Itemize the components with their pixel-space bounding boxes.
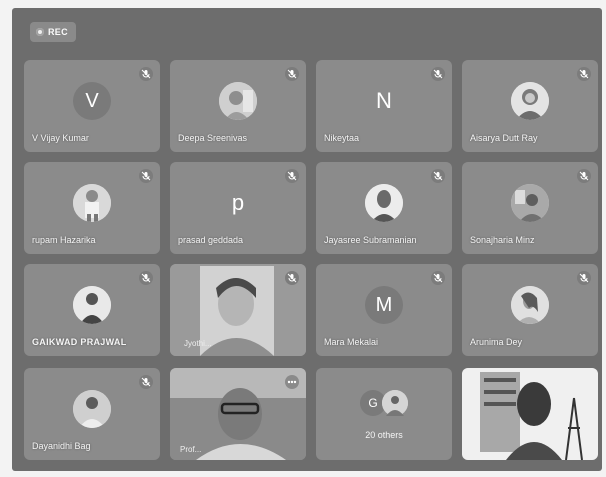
avatar-photo xyxy=(382,390,408,416)
participant-name: Nikeytaa xyxy=(324,133,360,143)
participant-name: Jayasree Subramanian xyxy=(324,235,417,245)
mic-off-icon xyxy=(139,169,153,183)
participant-tile[interactable]: GAIKWAD PRAJWAL xyxy=(24,264,160,356)
participant-name: Mara Mekalai xyxy=(324,337,379,347)
mic-off-icon xyxy=(139,67,153,81)
mic-off-icon xyxy=(431,67,445,81)
participant-tile[interactable]: N Nikeytaa xyxy=(316,60,452,152)
avatar-photo xyxy=(73,390,111,429)
participant-tile[interactable]: Dayanidhi Bag xyxy=(24,368,160,460)
meeting-grid: REC V V Vijay Kumar Deepa Sreenivas N Ni… xyxy=(12,8,602,471)
participant-tile[interactable]: Arunima Dey xyxy=(462,264,598,356)
participant-name: Aisarya Dutt Ray xyxy=(470,133,538,143)
svg-text:Prof...: Prof... xyxy=(180,445,201,454)
participant-tile[interactable]: Aisarya Dutt Ray xyxy=(462,60,598,152)
mic-off-icon xyxy=(139,271,153,285)
participant-tile[interactable]: M Mara Mekalai xyxy=(316,264,452,356)
mic-off-icon xyxy=(577,271,591,285)
recording-indicator: REC xyxy=(30,22,76,42)
mic-off-icon xyxy=(431,169,445,183)
avatar-photo xyxy=(73,286,111,325)
avatar-initial: V xyxy=(73,82,111,121)
avatar-photo xyxy=(511,82,549,121)
mic-off-icon xyxy=(285,67,299,81)
participant-tile[interactable]: p prasad geddada xyxy=(170,162,306,254)
avatar-initial: N xyxy=(376,88,392,114)
participant-video-tile[interactable]: Jyothi... xyxy=(170,264,306,356)
mic-off-icon xyxy=(577,169,591,183)
participant-name: V Vijay Kumar xyxy=(32,133,89,143)
record-icon xyxy=(36,28,44,36)
participant-video-tile[interactable]: Prof... xyxy=(170,368,306,460)
others-count-label: 20 others xyxy=(365,430,403,440)
mic-off-icon xyxy=(285,169,299,183)
avatar-photo xyxy=(365,184,403,223)
participant-name: Dayanidhi Bag xyxy=(32,441,91,451)
mic-off-icon xyxy=(577,67,591,81)
participant-name: Arunima Dey xyxy=(470,337,523,347)
participant-name: prasad geddada xyxy=(178,235,244,245)
participant-name: Sonajharia Minz xyxy=(470,235,535,245)
avatar-photo xyxy=(511,286,549,325)
participant-video xyxy=(462,368,598,460)
mic-off-icon xyxy=(139,375,153,389)
more-options-icon[interactable] xyxy=(285,375,299,389)
avatar-photo xyxy=(219,82,257,121)
participant-tile[interactable]: rupam Hazarika xyxy=(24,162,160,254)
avatar-initial: M xyxy=(365,286,403,325)
participant-tile[interactable]: Deepa Sreenivas xyxy=(170,60,306,152)
avatar-photo xyxy=(511,184,549,223)
participant-tile[interactable]: Sonajharia Minz xyxy=(462,162,598,254)
participant-name: GAIKWAD PRAJWAL xyxy=(32,337,127,347)
mic-off-icon xyxy=(285,271,299,285)
avatar-initial: p xyxy=(231,190,245,216)
mic-off-icon xyxy=(431,271,445,285)
participant-name: rupam Hazarika xyxy=(32,235,96,245)
participant-name: Deepa Sreenivas xyxy=(178,133,248,143)
avatar-photo xyxy=(73,184,111,223)
participant-tile[interactable]: V V Vijay Kumar xyxy=(24,60,160,152)
others-tile[interactable]: G 20 others xyxy=(316,368,452,460)
others-avatar-group: G xyxy=(360,390,408,416)
svg-text:Jyothi...: Jyothi... xyxy=(184,339,212,348)
participant-tile[interactable]: Jayasree Subramanian xyxy=(316,162,452,254)
participant-video-tile[interactable] xyxy=(462,368,598,460)
recording-label: REC xyxy=(48,27,68,37)
